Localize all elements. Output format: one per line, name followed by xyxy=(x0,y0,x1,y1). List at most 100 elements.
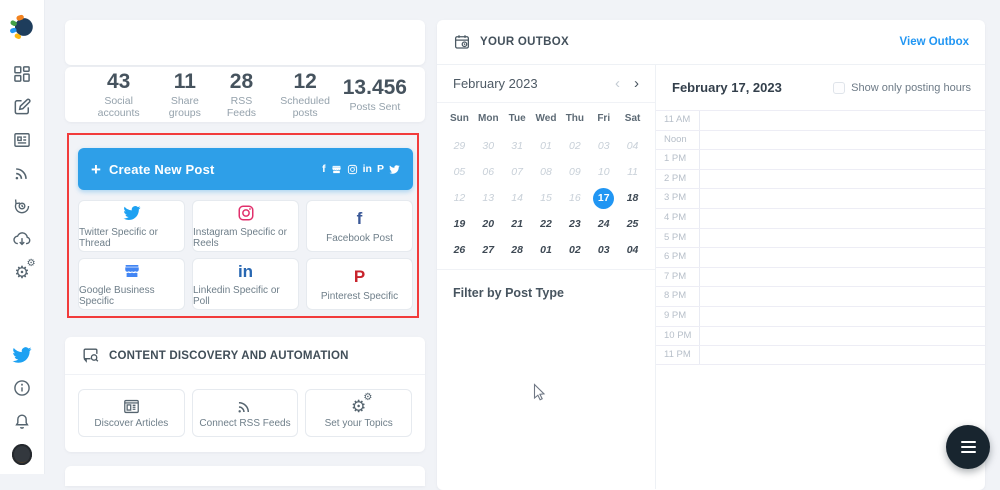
calendar-day[interactable]: 04 xyxy=(618,237,647,263)
time-label: Noon xyxy=(656,130,700,150)
time-slot[interactable] xyxy=(700,131,985,150)
linkedin-icon: in xyxy=(237,261,254,281)
discovery-actions: Discover Articles Connect RSS Feeds ⚙ ⚙ S… xyxy=(65,375,425,451)
cloud-download-icon[interactable] xyxy=(12,229,32,249)
calendar-day[interactable]: 24 xyxy=(589,211,618,237)
calendar-day[interactable]: 06 xyxy=(474,159,503,185)
calendar-day[interactable]: 01 xyxy=(532,237,561,263)
post-type-card[interactable]: in Linkedin Specific or Poll xyxy=(192,258,299,310)
calendar-day[interactable]: 25 xyxy=(618,211,647,237)
time-label: 1 PM xyxy=(656,150,700,169)
time-slot[interactable] xyxy=(700,209,985,228)
time-slot[interactable] xyxy=(700,189,985,208)
calendar-day[interactable]: 02 xyxy=(560,237,589,263)
time-slot[interactable] xyxy=(700,327,985,346)
rss-icon[interactable] xyxy=(12,163,32,183)
view-outbox-link[interactable]: View Outbox xyxy=(900,36,969,48)
time-slot[interactable] xyxy=(700,346,985,364)
post-type-label: Linkedin Specific or Poll xyxy=(193,285,280,307)
time-slot[interactable] xyxy=(700,307,985,326)
sidebar-bottom-icons xyxy=(12,345,32,465)
time-label: 7 PM xyxy=(656,267,700,287)
instagram-icon xyxy=(347,164,358,175)
calendar-day[interactable]: 31 xyxy=(503,133,532,159)
calendar-day[interactable]: 28 xyxy=(503,237,532,263)
info-icon[interactable] xyxy=(12,378,32,398)
calendar-day[interactable]: 01 xyxy=(532,133,561,159)
calendar-day[interactable]: 16 xyxy=(560,185,589,211)
show-posting-hours-toggle[interactable]: Show only posting hours xyxy=(833,81,971,94)
time-slot[interactable] xyxy=(700,248,985,267)
stat-item: 11 Share groups xyxy=(154,70,215,119)
bell-icon[interactable] xyxy=(12,411,32,431)
time-label: 4 PM xyxy=(656,208,700,228)
calendar-day[interactable]: 09 xyxy=(560,159,589,185)
calendar-day[interactable]: 03 xyxy=(589,133,618,159)
time-slot[interactable] xyxy=(700,287,985,306)
calendar-day[interactable]: 15 xyxy=(532,185,561,211)
stat-label: Social accounts xyxy=(97,95,140,120)
chevron-right-icon[interactable]: › xyxy=(634,76,639,91)
time-slot[interactable] xyxy=(700,229,985,248)
post-type-card[interactable]: P Pinterest Specific xyxy=(306,258,413,310)
dashboard-grid-icon[interactable] xyxy=(12,64,32,84)
calendar-day[interactable]: 07 xyxy=(503,159,532,185)
calendar-day[interactable]: 29 xyxy=(445,133,474,159)
post-type-card[interactable]: Google Business Specific xyxy=(78,258,185,310)
calendar-day[interactable]: 18 xyxy=(618,185,647,211)
calendar-day[interactable]: 08 xyxy=(532,159,561,185)
calendar-day[interactable]: 21 xyxy=(503,211,532,237)
calendar-day[interactable]: 22 xyxy=(532,211,561,237)
pinterest-icon: P xyxy=(353,267,366,286)
schedule-row: 1 PM xyxy=(656,149,985,169)
checkbox[interactable] xyxy=(833,81,846,94)
discover-articles-icon xyxy=(122,397,141,415)
calendar-day[interactable]: 23 xyxy=(560,211,589,237)
calendar-day[interactable]: 12 xyxy=(445,185,474,211)
gears-icon[interactable]: ⚙ ⚙ xyxy=(12,258,35,282)
time-slot[interactable] xyxy=(700,150,985,169)
calendar-day[interactable]: 30 xyxy=(474,133,503,159)
discovery-action-card[interactable]: Discover Articles xyxy=(78,389,185,437)
schedule-row: Noon xyxy=(656,129,985,150)
calendar-days-grid: 29 30 31 01 02 03 04 05 06 07 08 09 10 1… xyxy=(437,133,655,263)
calendar-day[interactable]: 10 xyxy=(589,159,618,185)
stat-label: Share groups xyxy=(168,95,201,120)
compose-icon[interactable] xyxy=(12,97,32,117)
floating-menu-button[interactable] xyxy=(946,425,990,469)
calendar-day[interactable]: 03 xyxy=(589,237,618,263)
post-type-card[interactable]: Twitter Specific or Thread xyxy=(78,200,185,252)
calendar-day[interactable]: 19 xyxy=(445,211,474,237)
facebook-icon: f xyxy=(356,209,363,228)
calendar-day[interactable]: 14 xyxy=(503,185,532,211)
chevron-left-icon[interactable]: ‹ xyxy=(615,76,620,91)
post-type-card[interactable]: f Facebook Post xyxy=(306,200,413,252)
schedule-row: 2 PM xyxy=(656,168,985,189)
time-slot[interactable] xyxy=(700,268,985,287)
socialbee-logo[interactable] xyxy=(7,12,37,42)
calendar-day[interactable]: 04 xyxy=(618,133,647,159)
weekday-label: Mon xyxy=(478,112,499,124)
calendar-day[interactable]: 26 xyxy=(445,237,474,263)
linkedin-icon: in xyxy=(362,162,372,175)
calendar-day[interactable]: 17 xyxy=(589,185,618,211)
post-type-label: Facebook Post xyxy=(326,232,393,244)
calendar-day[interactable]: 27 xyxy=(474,237,503,263)
sync-clock-icon[interactable] xyxy=(12,196,32,216)
create-new-post-button[interactable]: + Create New Post f in P xyxy=(78,148,413,190)
discovery-action-card[interactable]: Connect RSS Feeds xyxy=(191,389,299,437)
calendar-day[interactable]: 13 xyxy=(474,185,503,211)
news-icon[interactable] xyxy=(12,130,32,150)
calendar-day[interactable]: 02 xyxy=(560,133,589,159)
twitter-icon[interactable] xyxy=(12,345,32,365)
time-slot[interactable] xyxy=(700,170,985,189)
discovery-action-card[interactable]: ⚙ ⚙ Set your Topics xyxy=(305,389,412,437)
calendar-month-label: February 2023 xyxy=(453,76,538,91)
avatar[interactable] xyxy=(12,443,32,465)
calendar-day[interactable]: 20 xyxy=(474,211,503,237)
time-slot[interactable] xyxy=(700,111,985,130)
calendar-day[interactable]: 05 xyxy=(445,159,474,185)
schedule-row: 5 PM xyxy=(656,227,985,248)
calendar-day[interactable]: 11 xyxy=(618,159,647,185)
post-type-card[interactable]: Instagram Specific or Reels xyxy=(192,200,299,252)
